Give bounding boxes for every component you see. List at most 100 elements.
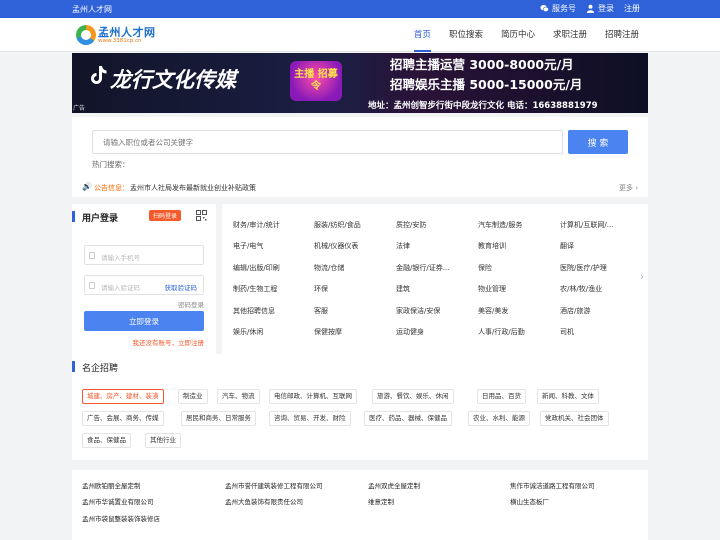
category-link[interactable]: 机械/仪器仪表 — [314, 241, 390, 251]
site-name: 孟州人才网 — [72, 5, 112, 14]
category-link[interactable]: 计算机/互联网/... — [560, 220, 636, 230]
company-link[interactable]: 孟州双虎全屋定制 — [368, 480, 420, 490]
category-link[interactable]: 其他招聘信息 — [233, 306, 309, 316]
industry-tag[interactable]: 城建、房产、建材、装潢 — [82, 389, 164, 404]
login-link[interactable]: 登录 — [586, 3, 614, 14]
search-input[interactable] — [92, 130, 563, 154]
category-link[interactable]: 物流/仓储 — [314, 263, 390, 273]
industry-tag[interactable]: 日用品、百货 — [477, 389, 526, 404]
category-link[interactable]: 编辑/出版/印刷 — [233, 263, 309, 273]
category-link[interactable]: 司机 — [560, 327, 636, 337]
company-link[interactable]: 焦作市诚洁道路工程有限公司 — [510, 480, 595, 490]
category-link[interactable]: 质控/安防 — [396, 220, 472, 230]
company-link[interactable]: 孟州市华诚置业有限公司 — [82, 496, 154, 506]
category-link[interactable]: 制药/生物工程 — [233, 284, 309, 294]
login-panel: 用户登录 扫码登录 请输入手机号 请输入验证码 获取验证码 密码登录 立即登录 … — [72, 204, 216, 354]
hot-search-label: 热门搜索： — [92, 160, 130, 169]
company-link[interactable]: 孟州欧铂丽全屋定制 — [82, 480, 141, 490]
industry-tag[interactable]: 农业、水利、能源 — [468, 411, 530, 426]
category-link[interactable]: 金融/银行/证券... — [396, 263, 472, 273]
phone-icon — [89, 252, 95, 259]
category-link[interactable]: 电子/电气 — [233, 241, 309, 251]
password-login-link[interactable]: 密码登录 — [178, 299, 204, 309]
job-categories: › 财务/审计/统计 服装/纺织/食品 质控/安防 汽车制造/服务 计算机/互联网/..… — [222, 204, 648, 354]
register-prompt-link[interactable]: 我还没有账号，立即注册 — [133, 337, 205, 347]
speaker-icon: 🔊 — [82, 182, 92, 191]
category-link[interactable]: 客服 — [314, 306, 390, 316]
qr-code-icon[interactable] — [196, 210, 207, 221]
nav-resume-center[interactable]: 简历中心 — [492, 18, 544, 52]
category-link[interactable]: 汽车制造/服务 — [478, 220, 554, 230]
industry-tag[interactable]: 制造业 — [178, 389, 208, 404]
industry-tag[interactable]: 其他行业 — [145, 433, 181, 448]
logo-mark-icon — [76, 25, 96, 45]
industry-tag[interactable]: 广告、会展、商务、传媒 — [82, 411, 164, 426]
nav-job-search[interactable]: 职位搜索 — [440, 18, 492, 52]
main-nav: 首页 职位搜索 简历中心 求职注册 招聘注册 — [405, 18, 648, 52]
category-link[interactable]: 农/林/牧/渔业 — [560, 284, 636, 294]
lock-icon — [89, 282, 95, 289]
search-button[interactable]: 搜 索 — [568, 130, 628, 154]
industry-tag[interactable]: 党政机关、社会团体 — [540, 411, 609, 426]
industry-tag[interactable]: 汽车、物流 — [217, 389, 260, 404]
get-code-button[interactable]: 获取验证码 — [165, 282, 198, 292]
ad-tag: 广告 — [73, 105, 86, 112]
industry-tag[interactable]: 食品、保健品 — [82, 433, 131, 448]
industry-tag[interactable]: 旅游、餐饮、娱乐、休闲 — [372, 389, 454, 404]
company-link[interactable]: 孟州市袋鼠整装装饰装修店 — [82, 513, 160, 523]
notice-more-link[interactable]: 更多 › — [619, 183, 638, 193]
title-accent — [72, 361, 75, 372]
company-link[interactable]: 横山生态板厂 — [510, 496, 549, 506]
phone-placeholder: 请输入手机号 — [101, 254, 140, 262]
code-field[interactable]: 请输入验证码 获取验证码 — [84, 275, 204, 295]
industry-tag[interactable]: 医疗、药品、器械、保健品 — [364, 411, 452, 426]
nav-jobseeker-register[interactable]: 求职注册 — [544, 18, 596, 52]
scan-login-button[interactable]: 扫码登录 — [149, 210, 182, 221]
category-link[interactable]: 家政保洁/安保 — [396, 306, 472, 316]
company-link[interactable]: 孟州市誉仟建筑装修工程有限公司 — [225, 480, 323, 490]
nav-employer-register[interactable]: 招聘注册 — [596, 18, 648, 52]
category-link[interactable]: 教育培训 — [478, 241, 554, 251]
company-link[interactable]: 维意定制 — [368, 496, 394, 506]
industry-tag[interactable]: 居民和商务、日常服务 — [181, 411, 256, 426]
industry-tag[interactable]: 电信邮政、计算机、互联网 — [269, 389, 357, 404]
category-link[interactable]: 人事/行政/后勤 — [478, 327, 554, 337]
phone-field[interactable]: 请输入手机号 — [84, 245, 204, 265]
category-link[interactable]: 美容/美发 — [478, 306, 554, 316]
service-account-link[interactable]: 服务号 — [540, 3, 576, 14]
banner-address: 地址：孟州创智步行街中段龙行文化 电话：16638881979 — [368, 101, 598, 111]
category-link[interactable]: 运动健身 — [396, 327, 472, 337]
category-link[interactable]: 酒店/旅游 — [560, 306, 636, 316]
industry-tag[interactable]: 新闻、科教、文体 — [537, 389, 599, 404]
user-icon — [586, 4, 595, 13]
category-link[interactable]: 建筑 — [396, 284, 472, 294]
category-link[interactable]: 翻译 — [560, 241, 636, 251]
category-link[interactable]: 娱乐/休闲 — [233, 327, 309, 337]
nav-home[interactable]: 首页 — [405, 18, 440, 52]
code-placeholder: 请输入验证码 — [101, 284, 140, 292]
login-label: 登录 — [598, 4, 614, 13]
logo-url: www.3381cp.cn — [98, 38, 142, 44]
ad-banner[interactable]: 龙行文化传媒 主播 招募令 招聘主播运营 3000-8000元/月 招聘娱乐主播… — [72, 53, 648, 113]
company-link[interactable]: 孟州大鱼装饰有限责任公司 — [225, 496, 303, 506]
category-link[interactable]: 保险 — [478, 263, 554, 273]
search-panel: 搜 索 热门搜索： 🔊 公告信息： 孟州市人社局发布最新就业创业补贴政策 更多 … — [72, 117, 648, 197]
famous-companies-panel: 名企招聘 城建、房产、建材、装潢 制造业 汽车、物流 电信邮政、计算机、互联网 旅游、餐… — [72, 354, 648, 460]
top-bar-links: 服务号 登录 注册 — [540, 3, 640, 14]
site-logo[interactable]: 孟州人才网 www.3381cp.cn — [76, 23, 158, 49]
category-link[interactable]: 环保 — [314, 284, 390, 294]
login-title: 用户登录 — [82, 214, 119, 224]
login-submit-button[interactable]: 立即登录 — [84, 311, 204, 331]
header: 孟州人才网 www.3381cp.cn 首页 职位搜索 简历中心 求职注册 招聘… — [0, 18, 720, 52]
chevron-right-icon[interactable]: › — [640, 272, 644, 283]
top-bar: 孟州人才网 服务号 登录 注册 — [0, 0, 720, 18]
category-link[interactable]: 物业管理 — [478, 284, 554, 294]
category-link[interactable]: 法律 — [396, 241, 472, 251]
register-link[interactable]: 注册 — [624, 3, 640, 14]
category-link[interactable]: 服装/纺织/食品 — [314, 220, 390, 230]
industry-tag[interactable]: 咨询、贸易、开发、财险 — [269, 411, 351, 426]
category-link[interactable]: 保健按摩 — [314, 327, 390, 337]
category-link[interactable]: 财务/审计/统计 — [233, 220, 309, 230]
notice-text[interactable]: 孟州市人社局发布最新就业创业补贴政策 — [130, 183, 256, 193]
category-link[interactable]: 医院/医疗/护理 — [560, 263, 636, 273]
